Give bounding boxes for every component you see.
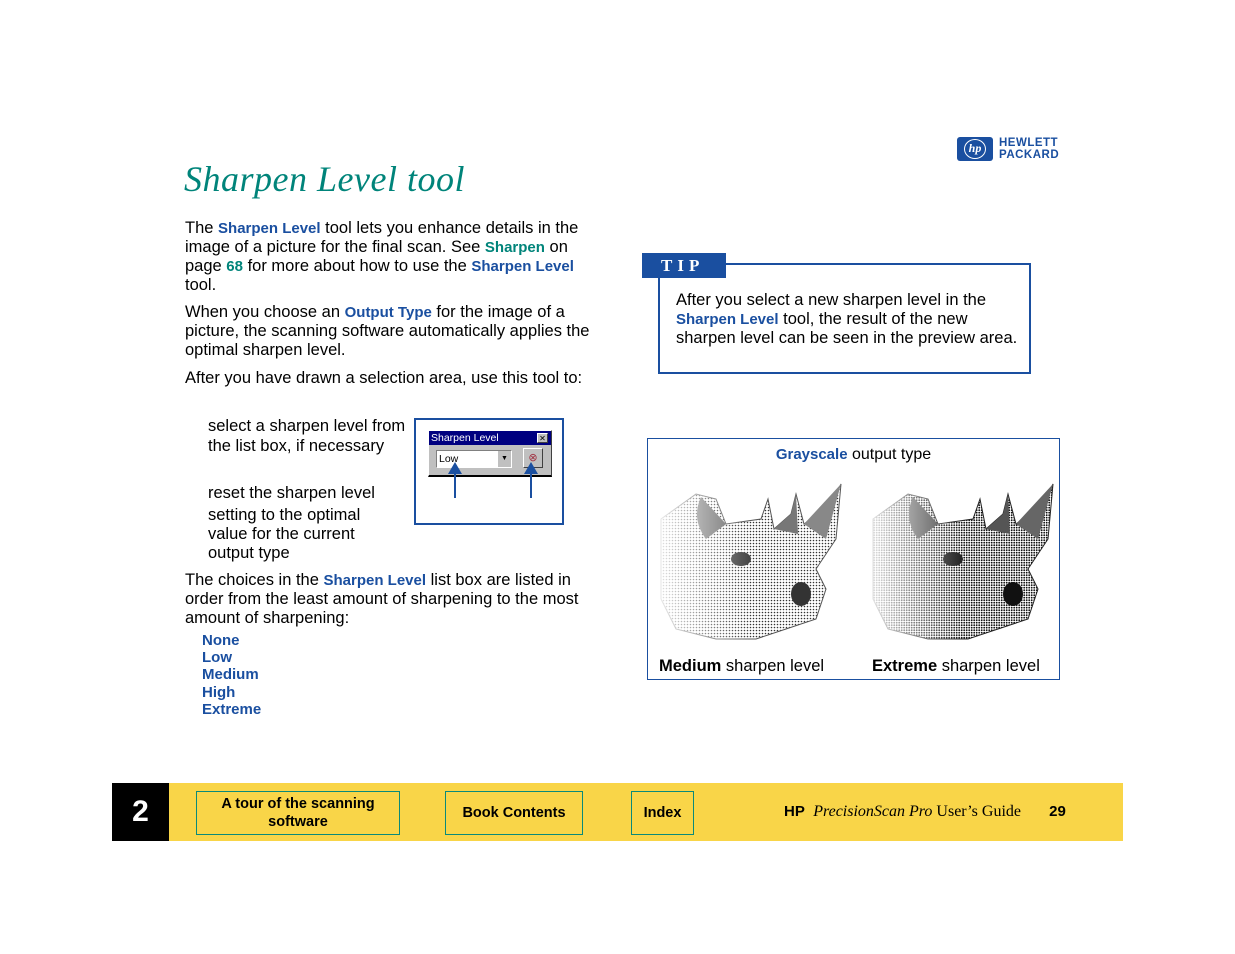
level-extreme[interactable]: Extreme xyxy=(202,701,261,718)
sharpen-level-link[interactable]: Sharpen Level xyxy=(676,311,779,328)
grayscale-figure: Grayscale output type Medium sharpen lev… xyxy=(647,438,1060,680)
rhino-extreme-image xyxy=(868,479,1058,644)
level-high[interactable]: High xyxy=(202,684,261,701)
close-icon[interactable]: ✕ xyxy=(537,433,548,443)
guide-title: HP PrecisionScan Pro User’s Guide 29 xyxy=(784,803,1066,820)
selection-paragraph: After you have drawn a selection area, u… xyxy=(185,369,583,387)
grayscale-link[interactable]: Grayscale xyxy=(776,446,848,463)
level-none[interactable]: None xyxy=(202,632,261,649)
sharpen-level-link[interactable]: Sharpen Level xyxy=(324,572,427,589)
bullet-reset-line2: setting to the optimal value for the cur… xyxy=(208,506,361,562)
figure-title: Grayscale output type xyxy=(775,446,932,463)
page-number: 29 xyxy=(1049,803,1066,820)
sharpen-link[interactable]: Sharpen xyxy=(485,239,545,256)
hp-logo: hp HEWLETT PACKARD xyxy=(957,137,1059,161)
output-type-link[interactable]: Output Type xyxy=(345,304,432,321)
tip-text: After you select a new sharpen level in … xyxy=(676,291,1018,347)
medium-caption: Medium sharpen level xyxy=(659,657,825,675)
tip-label: TIP xyxy=(642,253,726,278)
tour-button[interactable]: A tour of the scanning software xyxy=(196,791,400,835)
pointer-line xyxy=(454,474,456,498)
footer-nav: 2 A tour of the scanning software Book C… xyxy=(112,783,1123,841)
arrow-up-icon xyxy=(524,462,538,474)
chapter-number: 2 xyxy=(112,783,169,841)
sharpen-tool-figure: Sharpen Level ✕ Low ▼ ⊗ xyxy=(414,418,564,525)
sharpen-level-link[interactable]: Sharpen Level xyxy=(471,258,574,275)
chevron-down-icon[interactable]: ▼ xyxy=(497,451,511,467)
sharpen-level-link[interactable]: Sharpen Level xyxy=(218,220,321,237)
book-contents-button[interactable]: Book Contents xyxy=(445,791,583,835)
bullet-select: select a sharpen level from the list box… xyxy=(208,417,406,455)
intro-paragraph: The Sharpen Level tool lets you enhance … xyxy=(185,219,579,294)
extreme-caption: Extreme sharpen level xyxy=(872,657,1040,675)
rhino-medium-image xyxy=(656,479,846,644)
level-low[interactable]: Low xyxy=(202,649,261,666)
hp-logo-text: HEWLETT PACKARD xyxy=(999,137,1060,161)
level-medium[interactable]: Medium xyxy=(202,666,261,683)
page-title: Sharpen Level tool xyxy=(184,159,465,199)
output-type-paragraph: When you choose an Output Type for the i… xyxy=(185,303,590,359)
arrow-up-icon xyxy=(448,462,462,474)
pointer-line xyxy=(530,474,532,498)
window-title: Sharpen Level ✕ xyxy=(429,431,551,445)
page-68-link[interactable]: 68 xyxy=(226,258,243,275)
sharpen-levels-list: None Low Medium High Extreme xyxy=(202,632,261,718)
index-button[interactable]: Index xyxy=(631,791,694,835)
bullet-reset-line1: reset the sharpen level xyxy=(208,484,375,502)
choices-paragraph: The choices in the Sharpen Level list bo… xyxy=(185,571,579,627)
hp-logo-icon: hp xyxy=(957,137,993,161)
